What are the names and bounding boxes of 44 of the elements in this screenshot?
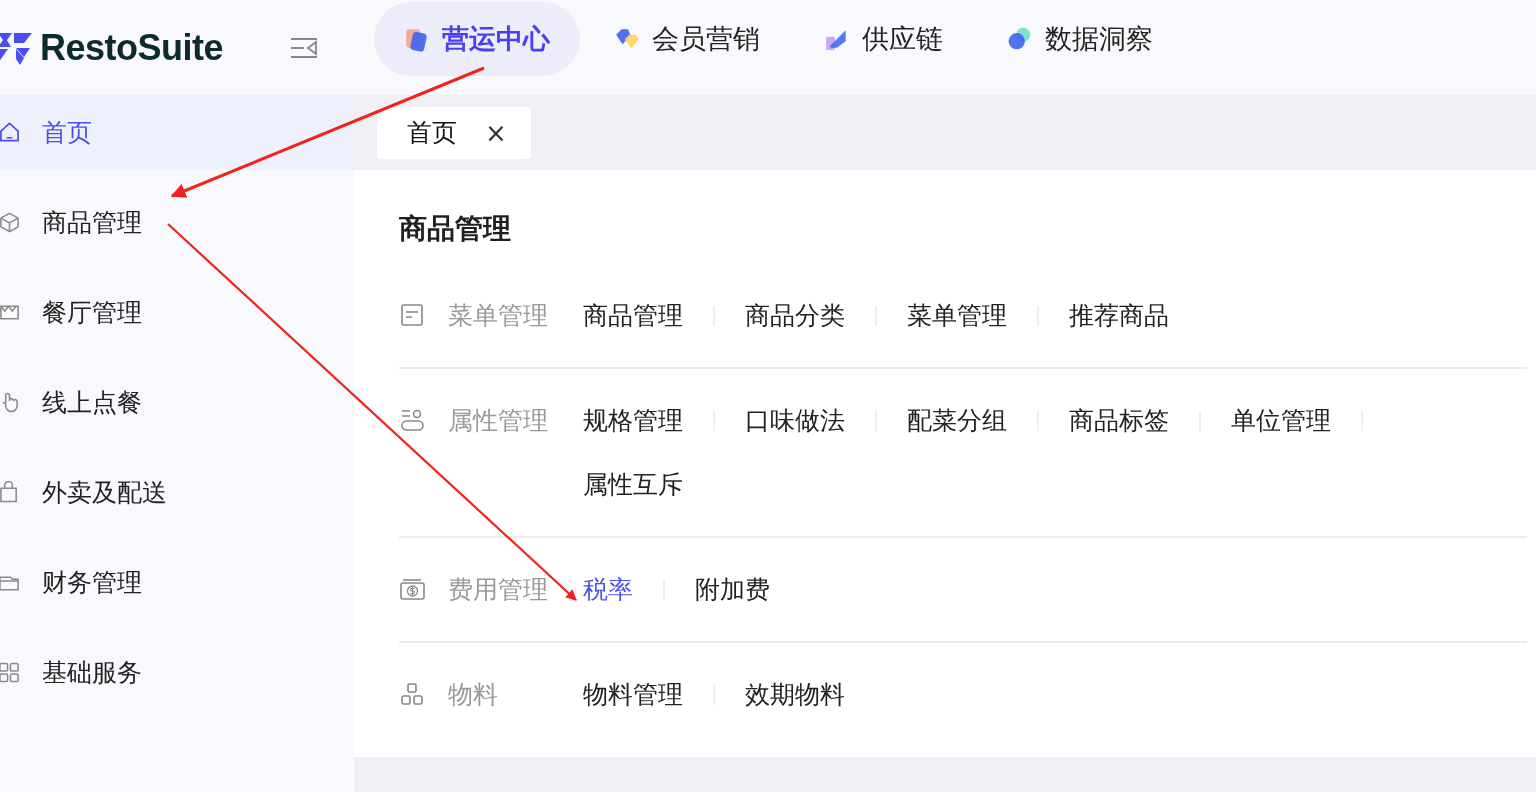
menu-link[interactable]: 附加费	[695, 573, 770, 607]
menu-link[interactable]: 菜单管理	[907, 299, 1007, 333]
bag-icon	[0, 481, 20, 504]
cube-icon	[0, 211, 20, 234]
money-icon	[400, 577, 425, 602]
section-label: 物料	[448, 679, 499, 711]
sidebar-item[interactable]: 线上点餐	[0, 365, 354, 440]
menu-link[interactable]: 属性互斥	[583, 468, 683, 502]
blocks-icon	[400, 682, 425, 707]
close-icon[interactable]: ×	[485, 117, 507, 148]
page-tab[interactable]: 首页 ×	[377, 106, 531, 159]
menu-link[interactable]: 效期物料	[745, 678, 845, 712]
menu-link[interactable]: 商品标签	[1069, 404, 1169, 438]
nav-tab[interactable]: 营运中心	[374, 1, 580, 76]
logo-text: RestoSuite	[40, 26, 224, 69]
section-label: 费用管理	[448, 574, 549, 606]
grid-icon	[0, 661, 20, 684]
hand-icon	[0, 391, 20, 414]
menu-icon[interactable]	[290, 36, 318, 59]
toggle-icon	[400, 408, 425, 433]
nav-tab[interactable]: 供应链	[794, 1, 973, 76]
menu-link[interactable]: 规格管理	[583, 404, 683, 438]
sidebar-item[interactable]: 财务管理	[0, 545, 354, 620]
sidebar-item[interactable]: 基础服务	[0, 635, 354, 710]
menu-link[interactable]: 物料管理	[583, 678, 683, 712]
section-label: 菜单管理	[448, 300, 549, 332]
section-label: 属性管理	[448, 405, 549, 437]
sidebar-item[interactable]: 商品管理	[0, 185, 354, 260]
menu-link[interactable]: 口味做法	[745, 404, 845, 438]
sidebar-item[interactable]: 首页	[0, 95, 354, 170]
app-icon	[1007, 25, 1033, 52]
menu-link[interactable]: 商品分类	[745, 299, 845, 333]
nav-tab[interactable]: 会员营销	[584, 1, 790, 76]
menu-link[interactable]: 单位管理	[1231, 404, 1331, 438]
menu-link[interactable]: 配菜分组	[907, 404, 1007, 438]
nav-tab[interactable]: 数据洞察	[977, 1, 1183, 76]
menu-link[interactable]: 商品管理	[583, 299, 683, 333]
document-icon	[400, 303, 425, 328]
panel-title: 商品管理	[399, 211, 512, 247]
home-icon	[0, 121, 20, 144]
sidebar-item[interactable]: 餐厅管理	[0, 275, 354, 350]
sidebar-item[interactable]: 外卖及配送	[0, 455, 354, 530]
menu-link[interactable]: 税率	[583, 573, 633, 607]
menu-link[interactable]: 推荐商品	[1069, 299, 1169, 333]
